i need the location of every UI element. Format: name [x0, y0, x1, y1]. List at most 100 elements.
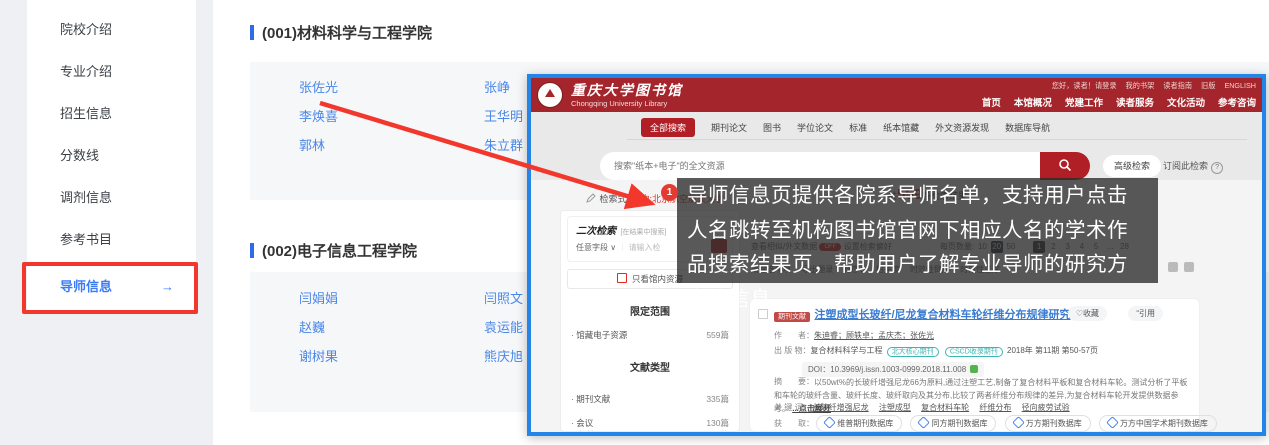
tab-standard[interactable]: 标准	[849, 121, 867, 134]
search-icon	[1058, 158, 1072, 172]
link-icon	[823, 416, 836, 429]
heart-icon: ♡	[1076, 309, 1083, 318]
tab-foreign[interactable]: 外文资源发现	[935, 121, 989, 134]
field-select[interactable]: 任意字段	[576, 243, 608, 252]
tutor-link[interactable]: 朱立群	[484, 135, 523, 154]
section-bar-icon	[250, 25, 254, 40]
doi-value[interactable]: DOI：10.3969/j.issn.1003-0999.2018.11.008	[808, 365, 966, 374]
sidebar-item-admissions[interactable]: 招生信息	[27, 104, 196, 124]
sidebar-item-majors[interactable]: 专业介绍	[27, 62, 196, 82]
collect-button[interactable]: ♡收藏	[1068, 306, 1107, 321]
tab-all[interactable]: 全部搜索	[641, 118, 695, 137]
core-journal-badge: 北大核心期刊	[887, 347, 939, 357]
library-screenshot-overlay: 重庆大学图书馆 Chongqing University Library 您好，…	[527, 74, 1266, 436]
tutor-link[interactable]: 赵巍	[299, 317, 325, 336]
annotation-callout: 导师信息页提供各院系导师名单，支持用户点击人名跳转至机构图书馆官网下相应人名的学…	[677, 178, 1158, 283]
refine-input-placeholder[interactable]: 请输入检	[629, 243, 661, 252]
grid-view-icon[interactable]	[1168, 262, 1178, 272]
sidebar-item-transfer[interactable]: 调剂信息	[27, 188, 196, 208]
tutor-link[interactable]: 闫娟娟	[299, 288, 338, 307]
publication-name[interactable]: 复合材料科学与工程	[810, 346, 882, 355]
keyword-link[interactable]: 长玻纤增强尼龙	[813, 403, 869, 412]
library-nav: 首页 本馆概况 党建工作 读者服务 文化活动 参考咨询	[982, 95, 1256, 109]
edit-pencil-icon	[585, 192, 597, 204]
nav-about[interactable]: 本馆概况	[1014, 95, 1052, 109]
nav-home[interactable]: 首页	[982, 95, 1001, 109]
section-title-materials: (001)材料科学与工程学院	[250, 22, 432, 43]
filter-item-journal[interactable]: · 期刊文献335篇	[571, 393, 729, 405]
tutor-link[interactable]: 熊庆旭	[484, 346, 523, 365]
cite-button[interactable]: “引用	[1128, 306, 1163, 321]
annotation-step-badge: 1	[661, 184, 678, 201]
filter-item-escoped[interactable]: · 馆藏电子资源559篇	[571, 329, 729, 341]
tab-database-nav[interactable]: 数据库导航	[1005, 121, 1050, 134]
tab-thesis[interactable]: 学位论文	[797, 121, 833, 134]
help-icon[interactable]: ?	[1211, 162, 1223, 174]
section-bar-icon	[250, 243, 254, 258]
keywords-row: 关 键 词： 长玻纤增强尼龙 注塑成型 复合材料车轮 纤维分布 径向疲劳试验	[774, 402, 1078, 413]
library-name-en: Chongqing University Library	[571, 99, 667, 108]
search-input[interactable]	[600, 152, 1044, 180]
source-wanfang[interactable]: 万方期刊数据库	[1005, 415, 1091, 432]
doc-type-title: 文献类型	[561, 359, 739, 374]
tabs-divider	[627, 139, 1247, 140]
field-divider: ｜	[618, 243, 626, 252]
publication-row: 出 版 物：复合材料科学与工程 北大核心期刊 CSCD收录期刊 2018年 第1…	[774, 345, 1098, 356]
nav-party[interactable]: 党建工作	[1065, 95, 1103, 109]
link-icon	[1106, 416, 1119, 429]
tutor-link[interactable]: 张峥	[484, 77, 510, 96]
sidebar-item-scores[interactable]: 分数线	[27, 146, 196, 166]
oldver-link[interactable]: 旧版	[1201, 81, 1215, 91]
nav-culture[interactable]: 文化活动	[1167, 95, 1205, 109]
authors-row: 作 者：朱迪睿；顾轶卓；孟庆杰；张佐光	[774, 330, 934, 341]
refine-search-title: 二次检索	[576, 226, 616, 237]
search-bar	[600, 152, 1090, 180]
chevron-down-icon: ∨	[610, 243, 616, 252]
keyword-link[interactable]: 径向疲劳试验	[1022, 403, 1070, 412]
filter-item-patent[interactable]: · 专利61篇	[571, 429, 729, 432]
cscd-badge: CSCD收录期刊	[945, 347, 1003, 357]
fulltext-icon[interactable]	[970, 365, 978, 373]
keyword-link[interactable]: 注塑成型	[879, 403, 911, 412]
guide-link[interactable]: 读者指南	[1163, 81, 1192, 91]
utility-links: 您好，读者！请登录 我的书架 读者指南 旧版 ENGLISH	[1052, 81, 1256, 91]
shelf-link[interactable]: 我的书架	[1126, 81, 1155, 91]
author-links[interactable]: 朱迪睿；顾轶卓；孟庆杰；张佐光	[814, 331, 934, 340]
sidebar-item-intro[interactable]: 院校介绍	[27, 20, 196, 40]
filter-item-conference[interactable]: · 会议130篇	[571, 417, 729, 429]
tutor-link[interactable]: 袁运能	[484, 317, 523, 336]
tab-books[interactable]: 图书	[763, 121, 781, 134]
doi-row: DOI：10.3969/j.issn.1003-0999.2018.11.008	[802, 359, 984, 377]
refine-search-note: [在结果中搜索]	[620, 229, 666, 236]
search-band: 全部搜索 期刊论文 图书 学位论文 标准 纸本馆藏 外文资源发现 数据库导航 高…	[531, 112, 1262, 180]
source-tongfang[interactable]: 同方期刊数据库	[910, 415, 996, 432]
english-link[interactable]: ENGLISH	[1224, 81, 1256, 91]
sidebar-item-books[interactable]: 参考书目	[27, 230, 196, 250]
keyword-link[interactable]: 纤维分布	[979, 403, 1011, 412]
tutor-link[interactable]: 闫照文	[484, 288, 523, 307]
library-logo-seal-icon	[537, 82, 563, 108]
source-wanfang-academic[interactable]: 万方中国学术期刊数据库	[1099, 415, 1217, 432]
list-view-icon[interactable]	[1184, 262, 1194, 272]
advanced-search-button[interactable]: 高级检索	[1103, 155, 1161, 177]
result-title-link[interactable]: 注塑成型长玻纤/尼龙复合材料车轮纤维分布规律研究	[814, 309, 1070, 321]
subscribe-search-link[interactable]: 订阅此检索?	[1163, 159, 1223, 174]
tutor-link[interactable]: 郭林	[299, 135, 325, 154]
link-icon	[918, 416, 931, 429]
source-weipu[interactable]: 维普期刊数据库	[816, 415, 902, 432]
tutor-link[interactable]: 谢树果	[299, 346, 338, 365]
tutor-link[interactable]: 李焕喜	[299, 106, 338, 125]
keyword-link[interactable]: 复合材料车轮	[921, 403, 969, 412]
tutor-link[interactable]: 王华明	[484, 106, 523, 125]
nav-service[interactable]: 读者服务	[1116, 95, 1154, 109]
tutor-highlight-box	[22, 262, 198, 314]
nav-ref[interactable]: 参考咨询	[1218, 95, 1256, 109]
tab-journal[interactable]: 期刊论文	[711, 121, 747, 134]
checkbox-icon[interactable]	[617, 273, 627, 283]
login-link[interactable]: 您好，读者！请登录	[1052, 81, 1117, 91]
library-name: 重庆大学图书馆	[571, 80, 683, 100]
search-button[interactable]	[1040, 152, 1090, 180]
publication-issue: 2018年 第11期 第50-57页	[1007, 346, 1098, 355]
tutor-link[interactable]: 张佐光	[299, 77, 338, 96]
tab-paper-collection[interactable]: 纸本馆藏	[883, 121, 919, 134]
